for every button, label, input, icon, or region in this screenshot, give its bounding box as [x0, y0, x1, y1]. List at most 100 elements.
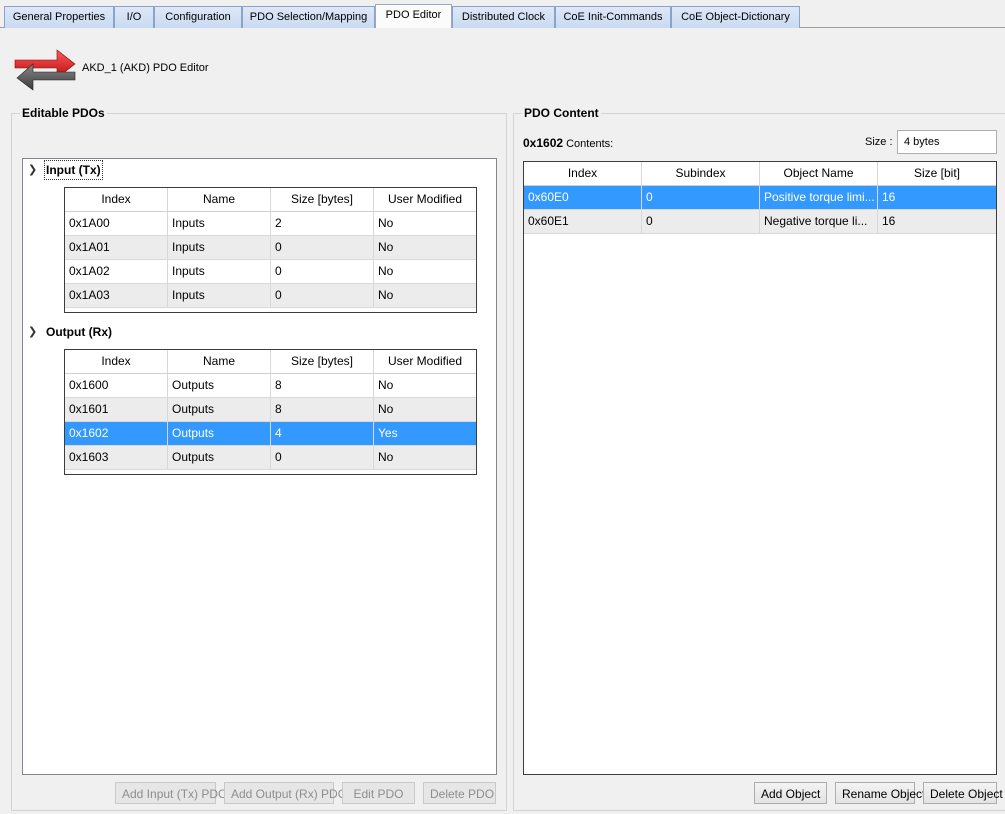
pdo-content-rows: 0x60E0 0 Positive torque limi... 16 0x60E1 0 N…: [524, 186, 996, 234]
table-cell: 0: [271, 446, 374, 469]
table-cell: 0x60E0: [524, 186, 642, 209]
delete-object-button[interactable]: Delete Object: [923, 782, 1003, 804]
table-row[interactable]: 0x1A03 Inputs 0 No: [65, 284, 476, 308]
rename-object-button[interactable]: Rename Object: [835, 782, 925, 804]
table-row[interactable]: 0x1A02 Inputs 0 No: [65, 260, 476, 284]
table-cell: 0: [642, 210, 760, 233]
column-header-index[interactable]: Index: [65, 188, 168, 211]
table-cell: Outputs: [168, 422, 271, 445]
table-cell: 16: [882, 190, 896, 204]
table-cell: Positive torque limi...: [760, 186, 878, 209]
table-cell: Negative torque li...: [760, 210, 878, 233]
table-cell: 16: [882, 214, 896, 228]
table-cell: Outputs: [168, 374, 271, 397]
column-header-user-modified[interactable]: User Modified: [374, 350, 476, 373]
table-cell: No: [378, 240, 394, 254]
tab-bar: General Properties I/O Configuration PDO…: [0, 0, 1005, 28]
table-row[interactable]: 0x60E1 0 Negative torque li... 16: [524, 210, 996, 234]
table-cell: 0x1A00: [65, 212, 168, 235]
table-cell: 0x60E1: [524, 210, 642, 233]
table-cell: No: [378, 216, 394, 230]
tab-distributed-clock[interactable]: Distributed Clock: [452, 6, 555, 28]
pdo-exchange-icon: [13, 46, 77, 92]
table-row[interactable]: 0x1A01 Inputs 0 No: [65, 236, 476, 260]
table-cell: No: [378, 264, 394, 278]
table-cell: 0: [271, 236, 374, 259]
pdo-content-title: PDO Content: [522, 106, 601, 120]
table-cell: 0: [642, 186, 760, 209]
add-input-pdo-button[interactable]: Add Input (Tx) PDO: [115, 782, 227, 804]
table-cell: No: [378, 378, 394, 392]
output-pdo-table[interactable]: Index Name Size [bytes] User Modified 0x…: [64, 349, 477, 475]
table-cell: 4: [271, 422, 374, 445]
contents-suffix: Contents:: [563, 138, 614, 150]
table-cell: No: [378, 288, 394, 302]
column-header-name[interactable]: Name: [168, 188, 271, 211]
table-row[interactable]: 0x1A00 Inputs 2 No: [65, 212, 476, 236]
table-cell: Inputs: [168, 236, 271, 259]
delete-pdo-button[interactable]: Delete PDO: [423, 782, 496, 804]
table-cell: No: [378, 402, 394, 416]
input-pdo-rows: 0x1A00 Inputs 2 No 0x1A01 Inputs 0 No 0x1A02 Inpu…: [65, 212, 476, 308]
chevron-down-icon[interactable]: ❯: [28, 161, 40, 179]
table-cell: Inputs: [168, 284, 271, 307]
tab-configuration[interactable]: Configuration: [154, 6, 242, 28]
table-cell: Outputs: [168, 398, 271, 421]
pdo-content-table[interactable]: Index Subindex Object Name Size [bit] 0x…: [523, 161, 997, 775]
tab-general-properties[interactable]: General Properties: [4, 6, 114, 28]
table-row[interactable]: 0x1601 Outputs 8 No: [65, 398, 476, 422]
tab-coe-object-dictionary[interactable]: CoE Object-Dictionary: [671, 6, 800, 28]
tab-pdo-editor[interactable]: PDO Editor: [375, 4, 452, 28]
column-header-index[interactable]: Index: [65, 350, 168, 373]
table-cell: 0x1602: [65, 422, 168, 445]
table-cell: 0x1A01: [65, 236, 168, 259]
table-cell: 2: [271, 212, 374, 235]
input-pdo-table[interactable]: Index Name Size [bytes] User Modified 0x…: [64, 187, 477, 313]
tab-coe-init-commands[interactable]: CoE Init-Commands: [555, 6, 671, 28]
table-cell: 0x1600: [65, 374, 168, 397]
pdo-index-label: 0x1602: [523, 136, 564, 150]
table-cell: Outputs: [168, 446, 271, 469]
input-section-header[interactable]: ❯ Input (Tx): [23, 160, 495, 181]
add-output-pdo-button[interactable]: Add Output (Rx) PDO: [224, 782, 347, 804]
table-header: Index Subindex Object Name Size [bit]: [524, 162, 996, 186]
tab-io[interactable]: I/O: [114, 6, 154, 28]
table-row[interactable]: 0x1600 Outputs 8 No: [65, 374, 476, 398]
edit-pdo-button[interactable]: Edit PDO: [342, 782, 415, 804]
output-section-label: Output (Rx): [46, 325, 112, 339]
column-header-size-bit[interactable]: Size [bit]: [878, 162, 996, 185]
table-cell: No: [378, 450, 394, 464]
output-pdo-rows: 0x1600 Outputs 8 No 0x1601 Outputs 8 No 0x1602 Ou…: [65, 374, 476, 470]
column-header-object-name[interactable]: Object Name: [760, 162, 878, 185]
pdo-contents-label: 0x1602 Contents:: [523, 136, 613, 150]
table-row[interactable]: 0x60E0 0 Positive torque limi... 16: [524, 186, 996, 210]
column-header-name[interactable]: Name: [168, 350, 271, 373]
size-field[interactable]: 4 bytes: [897, 130, 997, 154]
table-cell: Yes: [378, 426, 398, 440]
column-header-user-modified[interactable]: User Modified: [374, 188, 476, 211]
table-cell: 8: [271, 398, 374, 421]
column-header-size[interactable]: Size [bytes]: [271, 188, 374, 211]
table-cell: 0x1A03: [65, 284, 168, 307]
table-cell: 0: [271, 284, 374, 307]
table-header: Index Name Size [bytes] User Modified: [65, 350, 476, 374]
size-label: Size :: [865, 136, 893, 148]
tab-pdo-selection-mapping[interactable]: PDO Selection/Mapping: [242, 6, 375, 28]
add-object-button[interactable]: Add Object: [754, 782, 827, 804]
table-cell: 0x1A02: [65, 260, 168, 283]
column-header-subindex[interactable]: Subindex: [642, 162, 760, 185]
editable-pdos-title: Editable PDOs: [20, 106, 107, 120]
table-row[interactable]: 0x1602 Outputs 4 Yes: [65, 422, 476, 446]
page-title: AKD_1 (AKD) PDO Editor: [82, 62, 209, 74]
table-cell: 8: [271, 374, 374, 397]
input-section-label: Input (Tx): [44, 160, 103, 180]
output-section-header[interactable]: ❯ Output (Rx): [23, 323, 495, 343]
table-cell: 0: [271, 260, 374, 283]
table-cell: 0x1601: [65, 398, 168, 421]
column-header-index[interactable]: Index: [524, 162, 642, 185]
pdo-tree[interactable]: ❯ Input (Tx) Index Name Size [bytes] Use…: [22, 158, 497, 775]
table-row[interactable]: 0x1603 Outputs 0 No: [65, 446, 476, 470]
table-cell: Inputs: [168, 260, 271, 283]
column-header-size[interactable]: Size [bytes]: [271, 350, 374, 373]
chevron-down-icon[interactable]: ❯: [28, 323, 40, 341]
